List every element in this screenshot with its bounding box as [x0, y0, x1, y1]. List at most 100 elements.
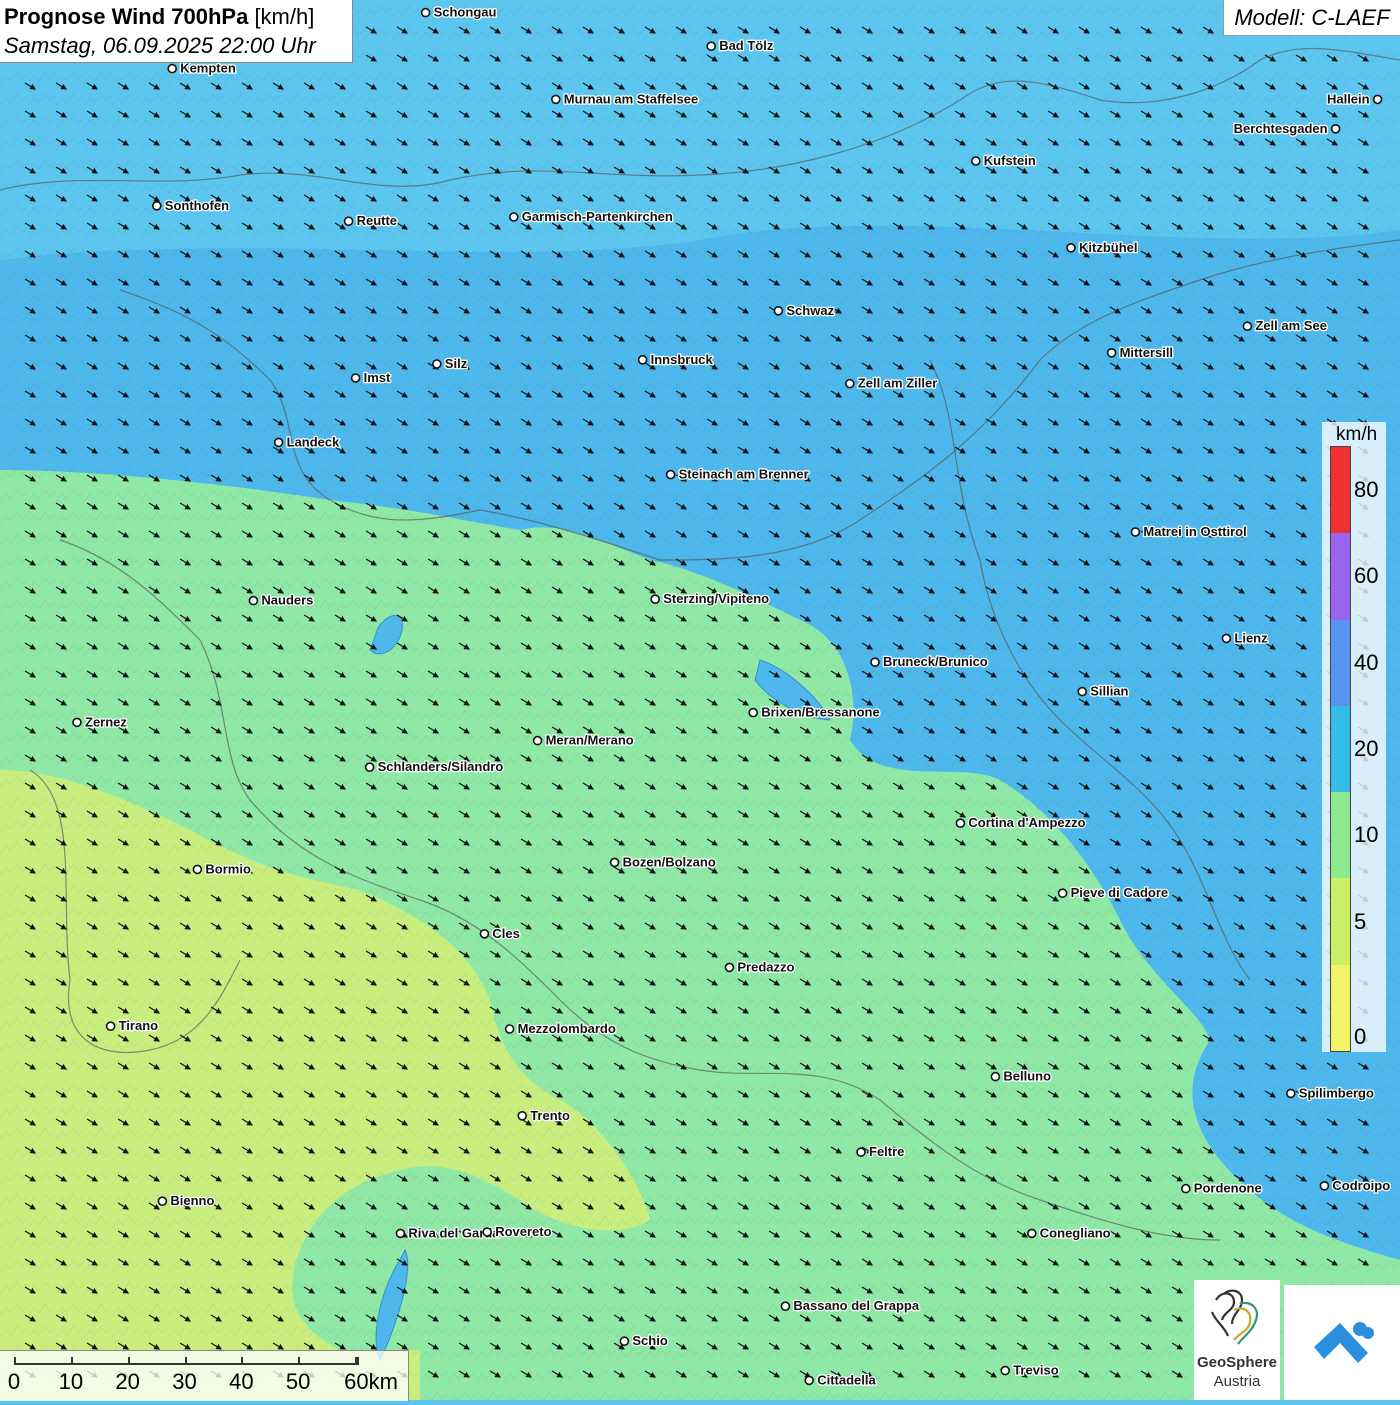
city-label: Cles [492, 926, 519, 941]
city-dot [748, 707, 759, 718]
city-label: Innsbruck [651, 352, 714, 367]
city-label: Tirano [119, 1018, 159, 1033]
color-legend: km/h 80 60 40 20 10 5 0 [1322, 422, 1386, 1052]
city-dot [550, 94, 561, 105]
legend-tick-label: 5 [1354, 908, 1367, 934]
city-label: Silz [445, 356, 468, 371]
city-marker: Bassano del Grappa [780, 1297, 921, 1314]
city-dot [955, 818, 966, 829]
city-dot [157, 1196, 168, 1206]
city-dot [1106, 347, 1117, 358]
city-dot [420, 7, 431, 18]
city-label: Pordenone [1194, 1181, 1262, 1196]
city-marker: Zell am Ziller [844, 374, 939, 392]
city-marker: Sterzing/Vipiteno [650, 590, 770, 608]
city-marker: Pordenone [1181, 1179, 1263, 1197]
city-label: Mezzolombardo [518, 1021, 616, 1036]
city-label: Codroipo [1332, 1178, 1390, 1193]
city-label: Cortina d'Ampezzo [968, 815, 1085, 830]
city-dot [1027, 1228, 1037, 1239]
city-label: Berchtesgaden [1234, 121, 1328, 136]
city-label: Zell am See [1255, 318, 1327, 333]
city-dot [1057, 888, 1068, 899]
city-label: Feltre [869, 1144, 904, 1159]
city-label: Zernez [85, 714, 127, 729]
city-dot [724, 962, 735, 973]
city-dot [665, 469, 676, 480]
city-dot [364, 762, 375, 773]
legend-swatch [1331, 792, 1350, 879]
city-label: Bormio [205, 861, 251, 876]
geosphere-text: GeoSphere [1196, 1354, 1278, 1371]
city-label: Sillian [1090, 684, 1128, 699]
city-dot [395, 1228, 406, 1239]
city-dot [350, 373, 361, 383]
app-logo[interactable] [1284, 1285, 1400, 1400]
city-dot [1077, 686, 1087, 697]
city-dot [72, 717, 82, 728]
legend-swatch [1331, 447, 1350, 534]
legend-tick-label: 80 [1354, 477, 1379, 503]
city-marker: Meran/Merano [532, 731, 635, 749]
city-dot [479, 928, 490, 939]
city-label: Sonthofen [165, 198, 229, 213]
city-label: Bozen/Bolzano [623, 854, 716, 869]
city-marker: Berchtesgaden [1232, 120, 1341, 137]
city-dot [508, 212, 519, 222]
city-dot [152, 201, 162, 211]
city-dot [343, 216, 354, 226]
legend-swatch [1331, 964, 1350, 1051]
city-dot [970, 156, 981, 166]
city-marker: Spilimbergo [1286, 1084, 1375, 1102]
city-label: Meran/Merano [546, 733, 634, 748]
scale-tick [70, 1357, 73, 1365]
city-marker: Innsbruck [637, 350, 715, 368]
city-label: Imst [364, 370, 391, 385]
city-dot [773, 305, 784, 316]
city-label: Matrei in Osttirol [1143, 524, 1246, 539]
city-marker: Pieve di Cadore [1057, 884, 1169, 902]
city-dot [1372, 94, 1383, 105]
city-marker: Bozen/Bolzano [609, 853, 717, 871]
scale-tick [127, 1357, 130, 1365]
legend-tick-label: 40 [1354, 649, 1379, 675]
city-dot [650, 594, 661, 605]
city-dot [856, 1147, 866, 1157]
city-dot [844, 378, 855, 389]
geosphere-logo[interactable]: GeoSphere Austria [1194, 1280, 1280, 1400]
city-marker: Brixen/Bressanone [748, 703, 881, 721]
city-label: Murnau am Staffelsee [564, 91, 698, 106]
city-dot [532, 735, 543, 746]
city-dot [167, 63, 177, 74]
city-dot [990, 1071, 1001, 1082]
city-label: Zell am Ziller [858, 376, 937, 391]
city-dot [870, 657, 880, 668]
mountain-cloud-icon [1314, 1322, 1374, 1363]
city-dot [105, 1021, 116, 1031]
city-marker: Matrei in Osttirol [1130, 523, 1248, 540]
legend-tick-label: 0 [1354, 1024, 1367, 1049]
city-dot [609, 857, 620, 868]
city-marker: Murnau am Staffelsee [550, 90, 699, 108]
city-dot [1330, 124, 1341, 134]
city-label: Conegliano [1040, 1225, 1111, 1240]
scale-label: 0 [7, 1369, 21, 1394]
city-label: Rovereto [495, 1224, 551, 1239]
scale-tick [184, 1357, 187, 1365]
city-dot [804, 1375, 815, 1386]
scale-label: 10 [58, 1369, 84, 1394]
legend-swatch [1331, 619, 1350, 706]
city-dot [619, 1336, 630, 1346]
wind-map: SchongauBad TölzKemptenMurnau am Staffel… [0, 0, 1400, 1400]
scale-tick [14, 1357, 16, 1365]
city-dot [1221, 633, 1232, 644]
legend-tick-label: 60 [1354, 563, 1379, 589]
city-label: Treviso [1013, 1363, 1059, 1378]
city-label: Bruneck/Brunico [883, 654, 988, 669]
title-main: Prognose Wind 700hPa [4, 4, 249, 29]
scale-label: 40 [229, 1369, 254, 1394]
city-label: Mittersill [1120, 345, 1173, 360]
city-dot [637, 354, 648, 365]
scale-bar: 0 10 20 30 40 50 60km [0, 1350, 409, 1401]
city-marker: Sonthofen [152, 197, 230, 214]
